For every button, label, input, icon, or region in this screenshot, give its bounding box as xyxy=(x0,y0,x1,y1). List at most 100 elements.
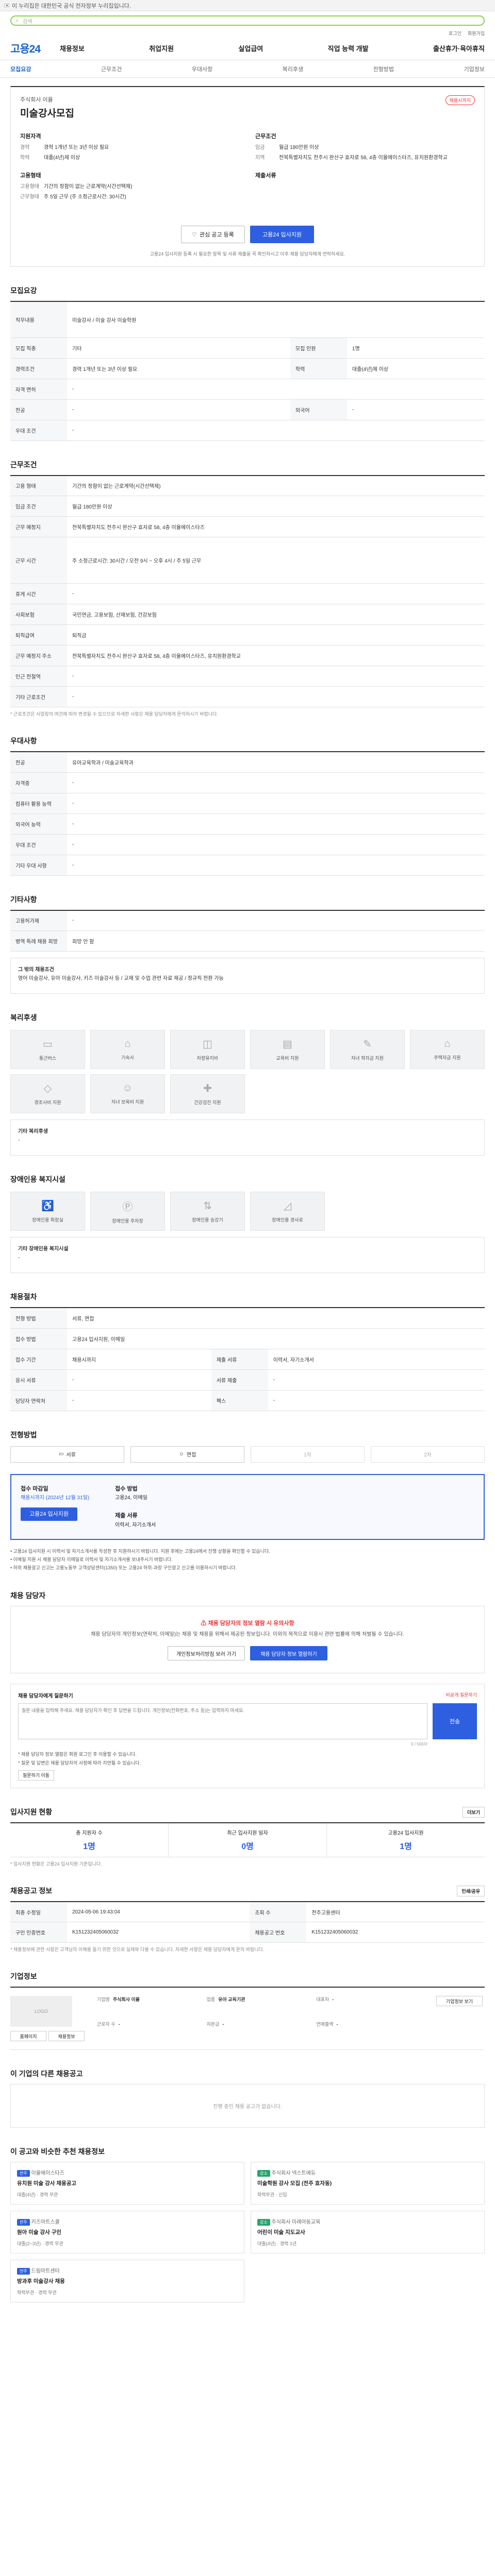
bus-icon: ▭ xyxy=(43,1039,53,1050)
section-title: 채용절차 xyxy=(10,1293,37,1301)
recommend-card[interactable]: 전주 키즈아트스쿨 원아 미술 강사 구인 대졸(2~3년) · 경력 무관 xyxy=(10,2211,244,2253)
house-icon: ⌂ xyxy=(444,1038,451,1049)
gnb-item[interactable]: 직업 능력 개발 xyxy=(328,43,369,53)
row-value: - xyxy=(67,1390,211,1411)
row-key: 서류 제출 xyxy=(211,1369,268,1391)
row-value: - xyxy=(67,910,485,931)
row-key: 팩스 xyxy=(211,1390,268,1411)
corp-meta: 업종 유아 교육기관 xyxy=(207,1996,317,2016)
section-title: 채용공고 정보 인쇄/공유 xyxy=(10,1885,485,1896)
apply-head: 접수 방법 xyxy=(115,1485,138,1492)
tab-work[interactable]: 근무조건 xyxy=(101,65,122,73)
facility-label: 장애인용 경사로 xyxy=(272,1217,303,1223)
apply-method: 고용24, 이메일 xyxy=(115,1495,147,1501)
rec-tag: 전주 xyxy=(17,2170,30,2177)
tab-prefer[interactable]: 우대사항 xyxy=(192,65,212,73)
disabled-etc-box: 기타 장애인용 복지시설 - xyxy=(10,1237,485,1273)
row-key: 기타 근로조건 xyxy=(10,686,67,707)
gnb-item[interactable]: 취업지원 xyxy=(149,43,174,53)
row-key: 구인 인증번호 xyxy=(10,1922,67,1943)
print-share-button[interactable]: 인쇄/공유 xyxy=(457,1885,485,1896)
meta-key: 대표자 xyxy=(316,1997,329,2003)
apply-docs: 이력서, 자기소개서 xyxy=(115,1522,156,1528)
stats-more-link[interactable]: 더보기 xyxy=(463,1806,485,1818)
tab-process[interactable]: 전형방법 xyxy=(373,65,394,73)
save-job-button[interactable]: ♡ 관심 공고 등록 xyxy=(181,226,245,243)
recommend-card[interactable]: 전주 드림아트센터 방과후 미술강사 채용 학력무관 · 경력 무관 xyxy=(10,2259,244,2302)
rec-tag: 강소 xyxy=(257,2170,270,2177)
search-bar[interactable]: ⌕ 검색 xyxy=(10,15,485,26)
row-key: 고용허가제 xyxy=(10,910,67,931)
corp-info-button[interactable]: 기업정보 보기 xyxy=(436,1996,483,2007)
row-value: - xyxy=(67,666,485,687)
corp-section: 기업정보 LOGO 홈페이지 채용정보 기업명 주식회사 이율 업종 유아 교육기관 … xyxy=(10,1971,485,2050)
step-label: 면접 xyxy=(186,1452,196,1458)
corp-meta: 연매출액 - xyxy=(316,2021,426,2041)
recommend-card[interactable]: 강소 주식회사 넥스트에듀 미술학원 강사 모집 (전주 효자동) 학력무관 · 신… xyxy=(251,2162,485,2205)
site-logo[interactable]: 고용24 xyxy=(10,41,60,56)
gov-banner-text: 이 누리집은 대한민국 공식 전자정부 누리집입니다. xyxy=(12,3,131,9)
welfare-item: ◇ 경조사비 지원 xyxy=(10,1074,85,1113)
section-title: 모집요강 xyxy=(10,286,37,295)
apply-box: 접수 마감일 채용시까지 (2024년 12월 31일) 고용24 입사지원 접수 … xyxy=(10,1473,485,1540)
question-title: 채용 담당자에게 질문하기 xyxy=(18,1693,73,1700)
apply-button-2[interactable]: 고용24 입사지원 xyxy=(21,1507,77,1521)
corp-meta: 대표자 - xyxy=(316,1996,426,2016)
flag-icon xyxy=(4,4,9,7)
company-logo: LOGO xyxy=(10,1996,72,2027)
tab-welfare[interactable]: 복리후생 xyxy=(283,65,303,73)
gnb-item[interactable]: 실업급여 xyxy=(238,43,263,53)
row-key: 외국어 능력 xyxy=(10,814,67,835)
tab-recruit[interactable]: 모집요강 xyxy=(10,65,31,73)
row-key: 전공 xyxy=(10,399,67,420)
section-title: 근무조건 xyxy=(10,460,37,469)
rec-title: 어린이 미술 지도교사 xyxy=(257,2229,305,2236)
apply-bullets: • 고용24 입사지원 시 이력서 및 자기소개서를 작성한 후 지원하시기 바… xyxy=(10,1547,485,1572)
welfare-item: ⌂ 주택자금 지원 xyxy=(410,1030,485,1069)
welfare-label: 자녀 학자금 지원 xyxy=(351,1056,384,1061)
stat-label: 총 지원자 수 xyxy=(76,1830,103,1836)
row-key: 우대 조건 xyxy=(10,834,67,855)
homepage-button[interactable]: 홈페이지 xyxy=(10,2031,46,2042)
gnb-item[interactable]: 출산휴가·육아휴직 xyxy=(433,43,485,53)
section-title: 우대사항 xyxy=(10,737,37,745)
question-more-button[interactable]: 질문하기 이동 xyxy=(18,1770,54,1781)
recommend-card[interactable]: 전주 이율에이스타즈 유치원 미술 강사 채용공고 대졸(4년) · 경력 무관 xyxy=(10,2162,244,2205)
private-question-link[interactable]: 비공개 질문하기 xyxy=(446,1691,477,1699)
gnb-item[interactable]: 채용정보 xyxy=(60,43,85,53)
facility-item: ◿ 장애인용 경사로 xyxy=(250,1192,325,1231)
row-value: - xyxy=(67,793,485,814)
question-input[interactable] xyxy=(18,1703,427,1740)
row-key: 응시 서류 xyxy=(10,1369,67,1391)
work-section: 근무조건 고용 형태 기간의 정함이 없는 근로계약(시간선택제) 임금 조건 월급… xyxy=(10,460,485,718)
privacy-policy-button[interactable]: 개인정보처리방침 보러 가기 xyxy=(168,1646,245,1661)
charge-section: 채용 담당자 ⚠ 채용 담당자의 정보 열람 시 유의사항 채용 담당자의 개인… xyxy=(10,1590,485,1788)
tip: * 질문 및 답변은 채용 담당자의 사정에 따라 지연될 수 있습니다. xyxy=(18,1760,141,1766)
signup-link[interactable]: 회원가입 xyxy=(468,30,485,37)
stat-item: 최근 입사지원 일자 0명 xyxy=(169,1823,327,1857)
row-value: 고용24 입사지원, 이메일 xyxy=(67,1328,485,1349)
meta-value: - xyxy=(222,2022,224,2027)
apply-button[interactable]: 고용24 입사지원 xyxy=(250,226,314,243)
recommend-card[interactable]: 강소 주식회사 미래아동교육 어린이 미술 지도교사 대졸(4년) · 경력 1년 xyxy=(251,2211,485,2253)
view-contact-button[interactable]: 채용 담당자 정보 열람하기 xyxy=(250,1646,327,1661)
company-name[interactable]: 주식회사 이율 xyxy=(20,95,74,104)
info-section: 채용공고 정보 인쇄/공유 최종 수정일 2024-05-06 19:43:04 조회… xyxy=(10,1885,485,1953)
send-question-button[interactable]: 전송 xyxy=(433,1703,477,1740)
row-value: 1명 xyxy=(346,337,485,359)
login-link[interactable]: 로그인 xyxy=(449,30,461,37)
corp-jobs-button[interactable]: 채용정보 xyxy=(48,2031,85,2042)
documents-heading: 제출서류 xyxy=(255,173,276,179)
row-key: 조회 수 xyxy=(250,1901,307,1923)
toilet-icon: ♿ xyxy=(41,1200,54,1212)
tab-corp[interactable]: 기업정보 xyxy=(464,65,484,73)
row-key: 근무 예정지 주소 xyxy=(10,645,67,666)
welfare-label: 통근버스 xyxy=(39,1056,57,1061)
bullet: • 허위 채용광고 신고는 고용노동부 고객상담센터(1350) 또는 고용24… xyxy=(10,1565,237,1571)
row-value: 2024-05-06 19:43:04 xyxy=(67,1901,250,1923)
row-key: 퇴직급여 xyxy=(10,624,67,646)
rec-company: 주식회사 미래아동교육 xyxy=(271,2219,321,2226)
car-icon: ◫ xyxy=(203,1039,212,1050)
info-title: 채용공고 정보 xyxy=(10,1886,53,1895)
row-key: 고용 형태 xyxy=(10,475,67,496)
